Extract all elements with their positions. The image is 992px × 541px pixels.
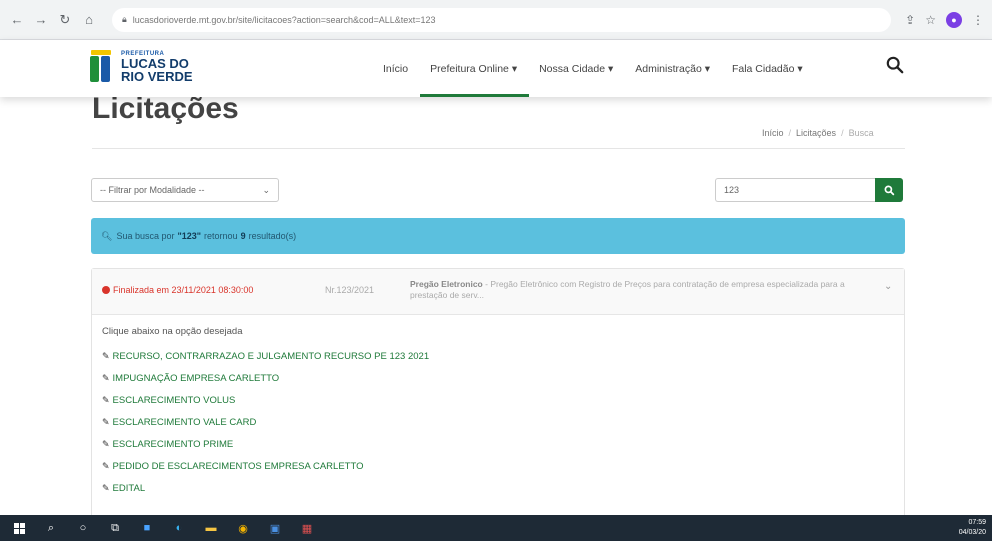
result-card-body: Clique abaixo na opção desejada ✎ RECURSO… — [92, 315, 904, 510]
profile-avatar-icon[interactable]: ● — [946, 11, 962, 28]
site-header: PREFEITURA LUCAS DO RIO VERDE Início Pre… — [0, 40, 992, 97]
os-taskbar: ⌕ ○ ⧉ ■ ◐ ▬ ◉ ▣ ▦ 07:59 04/03/20 — [0, 515, 992, 541]
pin-icon: ✎ — [102, 372, 110, 383]
result-card-header[interactable]: Finalizada em 23/11/2021 08:30:00 Nr.123… — [92, 269, 904, 315]
status-badge: Finalizada em 23/11/2021 08:30:00 — [102, 285, 253, 295]
home-icon[interactable]: ⌂ — [80, 11, 98, 29]
page-title: Licitações — [92, 92, 239, 125]
document-link-label: ESCLARECIMENTO PRIME — [112, 438, 234, 450]
search-icon: 🔍︎ — [101, 230, 113, 241]
document-link[interactable]: ✎ ESCLARECIMENTO PRIME — [102, 433, 894, 455]
task-view-icon[interactable]: ⧉ — [104, 520, 126, 536]
document-link-label: IMPUGNAÇÃO EMPRESA CARLETTO — [112, 372, 280, 384]
status-dot-icon — [102, 286, 110, 294]
main-nav: Início Prefeitura Online ▾ Nossa Cidade … — [383, 40, 825, 97]
alert-count: 9 — [240, 231, 246, 241]
windows-start-icon[interactable] — [8, 520, 30, 536]
alert-term: "123" — [177, 231, 202, 241]
alert-suffix: resultado(s) — [248, 231, 297, 241]
search-icon — [884, 185, 894, 195]
result-description: Pregão Eletronico - Pregão Eletrônico co… — [410, 279, 850, 301]
document-link-label: ESCLARECIMENTO VALE CARD — [112, 416, 257, 428]
store-icon[interactable]: ■ — [136, 520, 158, 536]
file-explorer-icon[interactable]: ▬ — [200, 520, 222, 536]
document-link-label: RECURSO, CONTRARRAZAO E JULGAMENTO RECUR… — [112, 350, 430, 362]
logo-emblem-icon — [88, 50, 116, 84]
star-icon[interactable]: ☆ — [925, 13, 936, 27]
pin-icon: ✎ — [102, 438, 110, 449]
reload-icon[interactable]: ↻ — [56, 11, 74, 29]
search-input-value: 123 — [724, 185, 740, 195]
pin-icon: ✎ — [102, 394, 110, 405]
pin-icon: ✎ — [102, 416, 110, 427]
status-text: Finalizada em 23/11/2021 08:30:00 — [113, 285, 254, 295]
nav-item-prefeitura-online[interactable]: Prefeitura Online ▾ — [420, 40, 530, 97]
divider — [92, 148, 905, 149]
search-icon[interactable]: ⌕ — [40, 520, 62, 536]
modalidade-select[interactable]: -- Filtrar por Modalidade -- ⌄ — [91, 178, 279, 202]
header-search-icon[interactable] — [886, 56, 908, 78]
edge-icon[interactable]: ◐ — [168, 520, 190, 536]
clock-time: 07:59 — [968, 519, 986, 526]
chrome-icon[interactable]: ◉ — [232, 520, 254, 536]
app-icon[interactable]: ▦ — [296, 520, 318, 536]
document-link-label: PEDIDO DE ESCLARECIMENTOS EMPRESA CARLET… — [112, 460, 364, 472]
cortana-icon[interactable]: ○ — [72, 520, 94, 536]
breadcrumb-separator: / — [841, 128, 844, 138]
result-card: Finalizada em 23/11/2021 08:30:00 Nr.123… — [91, 268, 905, 518]
options-prompt: Clique abaixo na opção desejada — [102, 326, 243, 337]
browser-toolbar: ← → ↻ ⌂ 🔒︎ lucasdorioverde.mt.gov.br/sit… — [0, 0, 992, 40]
pin-icon: ✎ — [102, 482, 110, 493]
nav-item-fala-cidadao[interactable]: Fala Cidadão ▾ — [732, 40, 803, 97]
chevron-down-icon: ⌄ — [262, 184, 270, 195]
alert-middle: retornou — [204, 231, 238, 241]
nav-item-inicio[interactable]: Início — [383, 40, 408, 97]
menu-kebab-icon[interactable]: ⋮ — [972, 13, 984, 27]
document-link[interactable]: ✎ RECURSO, CONTRARRAZAO E JULGAMENTO RECU… — [102, 345, 894, 367]
alert-prefix: Sua busca por — [116, 231, 175, 241]
search-result-alert: 🔍︎ Sua busca por "123" retornou 9 result… — [91, 218, 905, 254]
breadcrumb-section[interactable]: Licitações — [796, 128, 836, 138]
logo-line2: RIO VERDE — [121, 69, 193, 84]
document-link[interactable]: ✎ IMPUGNAÇÃO EMPRESA CARLETTO — [102, 367, 894, 389]
result-number: Nr.123/2021 — [325, 285, 375, 295]
site-logo[interactable]: PREFEITURA LUCAS DO RIO VERDE — [88, 50, 193, 84]
search-input[interactable]: 123 — [715, 178, 875, 202]
nav-item-administracao[interactable]: Administração ▾ — [635, 40, 710, 97]
document-link-label: EDITAL — [112, 482, 146, 494]
nav-item-nossa-cidade[interactable]: Nossa Cidade ▾ — [539, 40, 613, 97]
breadcrumb-home[interactable]: Início — [762, 128, 784, 138]
search-submit-button[interactable] — [875, 178, 903, 202]
address-bar[interactable]: 🔒︎ lucasdorioverde.mt.gov.br/site/licita… — [112, 7, 892, 32]
pin-icon: ✎ — [102, 460, 110, 471]
breadcrumb-separator: / — [788, 128, 792, 138]
breadcrumb-current: Busca — [848, 128, 874, 138]
document-link-label: ESCLARECIMENTO VOLUS — [112, 394, 236, 406]
forward-icon[interactable]: → — [32, 11, 50, 29]
result-modalidade: Pregão Eletronico — [410, 279, 483, 289]
back-icon[interactable]: ← — [8, 11, 26, 29]
clock-date: 04/03/20 — [958, 529, 986, 536]
share-icon[interactable]: ⇪ — [905, 13, 915, 27]
modalidade-select-value: -- Filtrar por Modalidade -- — [100, 185, 205, 195]
chevron-down-icon[interactable]: ⌄ — [884, 281, 892, 292]
system-clock[interactable]: 07:59 04/03/20 — [959, 518, 986, 538]
document-link[interactable]: ✎ ESCLARECIMENTO VALE CARD — [102, 411, 894, 433]
lock-icon: 🔒︎ — [122, 14, 127, 24]
app-icon[interactable]: ▣ — [264, 520, 286, 536]
breadcrumb: Início / Licitações / Busca — [762, 128, 874, 138]
document-link[interactable]: ✎ EDITAL — [102, 477, 894, 499]
document-link[interactable]: ✎ PEDIDO DE ESCLARECIMENTOS EMPRESA CARLE… — [102, 455, 894, 477]
document-link[interactable]: ✎ ESCLARECIMENTO VOLUS — [102, 389, 894, 411]
url-text: lucasdorioverde.mt.gov.br/site/licitacoe… — [132, 14, 436, 25]
pin-icon: ✎ — [102, 350, 110, 361]
